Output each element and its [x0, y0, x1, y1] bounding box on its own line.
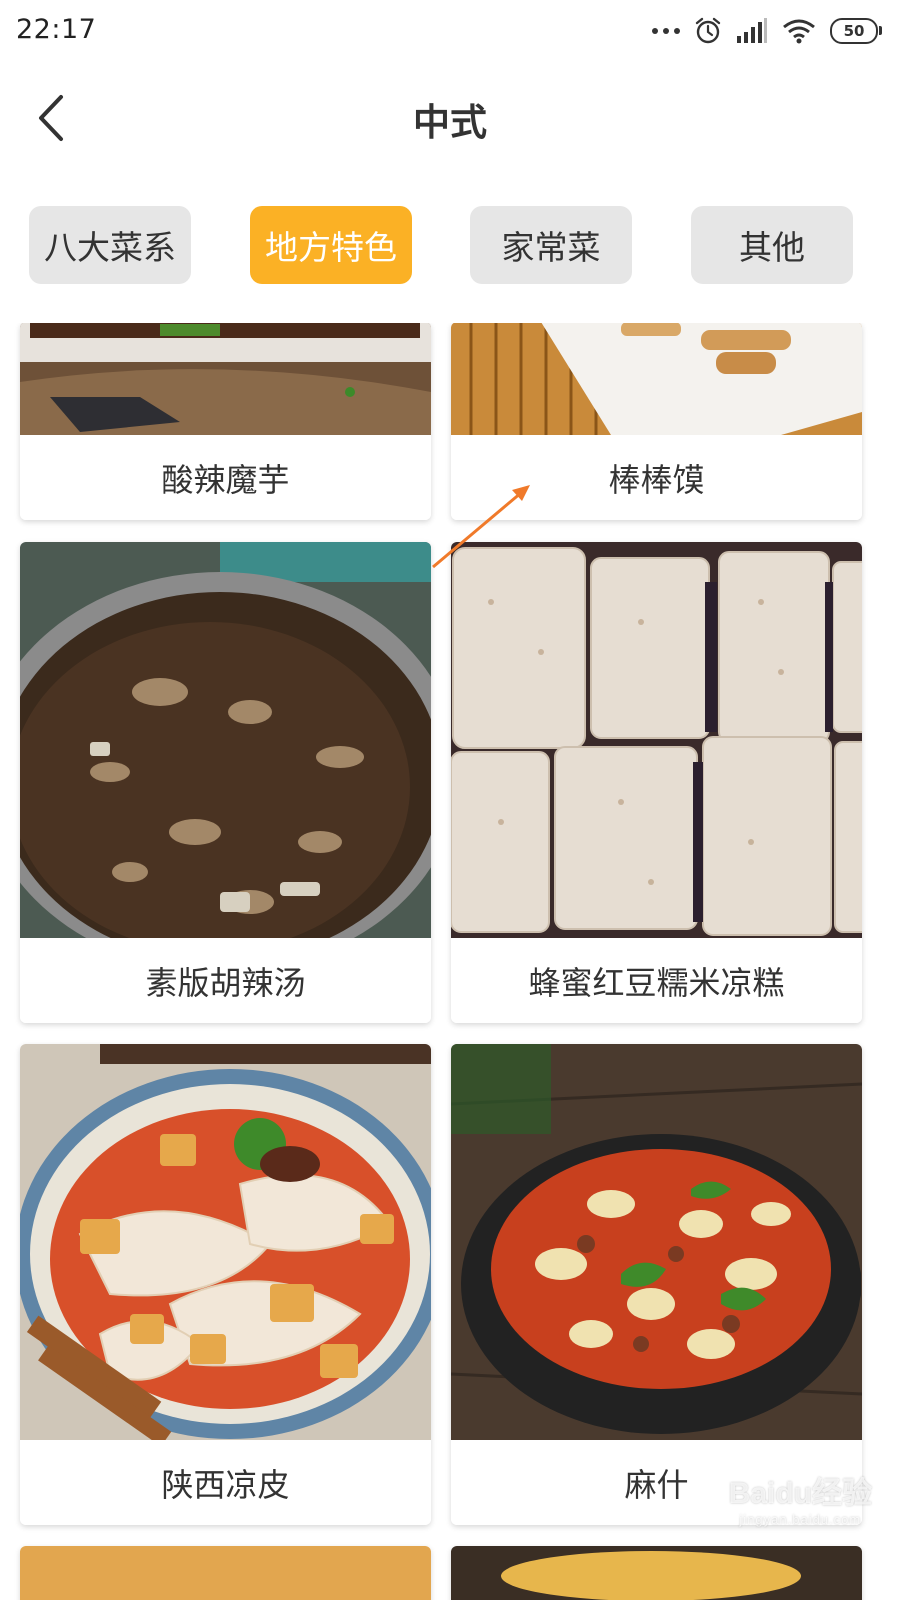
baidu-watermark: Baidu经验 jingyan.baidu.com — [729, 1468, 872, 1527]
annotation-arrow-icon — [432, 485, 530, 569]
watermark-url: jingyan.baidu.com — [739, 1512, 862, 1527]
watermark-brand: Baidu经验 — [728, 1477, 872, 1510]
